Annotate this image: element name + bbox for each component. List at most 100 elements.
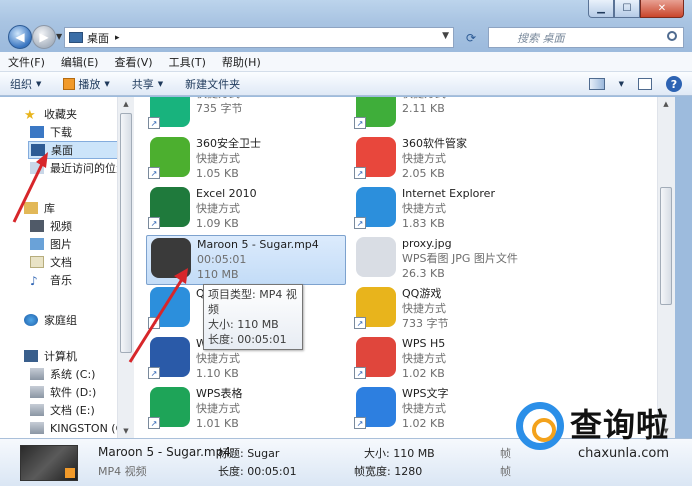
file-type: 00:05:01 (197, 253, 247, 266)
nav-recent-label: 最近访问的位置 (50, 162, 127, 175)
360-softmgr-icon: ↗ (354, 137, 396, 179)
search-box[interactable]: 搜索 桌面 (488, 27, 684, 48)
file-meta: WPS H5 快捷方式 1.02 KB (402, 335, 446, 381)
menu-tools[interactable]: 工具(T) (169, 54, 206, 70)
wps-sheet-icon: ↗ (148, 387, 190, 429)
scroll-down-icon[interactable]: ▼ (118, 424, 134, 438)
app-icon: ↗ (148, 97, 190, 129)
command-bar: 组织 ▼ 播放 ▼ 共享 ▼ 新建文件夹 ▼ ? (0, 72, 692, 96)
breadcrumb-separator[interactable]: ▸ (115, 33, 120, 43)
nav-drive-c[interactable]: 系统 (C:) (30, 365, 95, 383)
nav-pictures[interactable]: 图片 (30, 235, 72, 253)
caption-buttons: ▁ ☐ ✕ (588, 0, 684, 18)
file-item[interactable]: proxy.jpg WPS看图 JPG 图片文件 26.3 KB (352, 235, 552, 285)
address-dropdown-icon[interactable]: ▼ (442, 31, 449, 41)
nav-scroll-thumb[interactable] (120, 113, 132, 353)
nav-music[interactable]: ♪ 音乐 (30, 271, 72, 289)
close-button[interactable]: ✕ (640, 0, 684, 18)
file-item[interactable]: ↗ WPS表格 快捷方式 1.01 KB (146, 385, 346, 435)
content-scroll-thumb[interactable] (660, 187, 672, 305)
file-type: 快捷方式 (402, 152, 446, 165)
file-type: 快捷方式 (196, 402, 240, 415)
share-button[interactable]: 共享 ▼ (132, 76, 163, 92)
nav-downloads[interactable]: 下载 (30, 123, 72, 141)
organize-button[interactable]: 组织 ▼ (10, 76, 41, 92)
scroll-up-icon[interactable]: ▲ (658, 97, 674, 111)
downloads-icon (30, 126, 44, 138)
nav-desktop[interactable]: 桌面 (28, 141, 118, 159)
scroll-up-icon[interactable]: ▲ (118, 97, 134, 111)
nav-computer[interactable]: 计算机 (24, 347, 77, 365)
nav-documents-label: 文档 (50, 256, 72, 269)
new-folder-label: 新建文件夹 (185, 77, 241, 91)
menu-view[interactable]: 查看(V) (114, 54, 152, 70)
nav-scrollbar[interactable]: ▲ ▼ (117, 97, 134, 438)
menu-file[interactable]: 文件(F) (8, 54, 45, 70)
nav-documents[interactable]: 文档 (30, 253, 72, 271)
details-cut-label-1: 帧 (500, 447, 511, 460)
refresh-button[interactable]: ⟳ (460, 27, 482, 48)
nav-libraries-label: 库 (44, 202, 55, 215)
address-bar[interactable]: 桌面 ▸ ▼ (64, 27, 454, 48)
new-folder-button[interactable]: 新建文件夹 (185, 76, 240, 92)
recent-pages-dropdown[interactable]: ▼ (56, 32, 62, 41)
chevron-down-icon: ▼ (104, 79, 110, 88)
change-view-icon[interactable] (588, 78, 605, 90)
maximize-button[interactable]: ☐ (614, 0, 640, 18)
menu-help[interactable]: 帮助(H) (222, 54, 261, 70)
internet-explorer-icon: ↗ (354, 187, 396, 229)
details-cut-label-2: 帧 (500, 465, 511, 478)
search-placeholder: 搜索 桌面 (517, 31, 565, 45)
file-size: 733 字节 (402, 317, 449, 330)
help-icon[interactable]: ? (666, 76, 682, 92)
file-item[interactable]: ↗ Internet Explorer 快捷方式 1.83 KB (352, 185, 552, 235)
minimize-button[interactable]: ▁ (588, 0, 614, 18)
navigation-pane: ★ 收藏夹 下载 桌面 最近访问的位置 库 视频 图片 文档 ♪ 音乐 家庭组 计算… (0, 97, 133, 438)
chevron-down-icon: ▼ (157, 79, 164, 88)
file-size: 1.10 KB (196, 367, 239, 380)
shortcut-arrow-icon: ↗ (148, 367, 160, 379)
address-row: ◀ ▶ ▼ 桌面 ▸ ▼ ⟳ 搜索 桌面 (0, 22, 692, 50)
content-scrollbar[interactable]: ▲ ▼ (657, 97, 675, 438)
nav-drive-d[interactable]: 软件 (D:) (30, 383, 96, 401)
usb-drive-icon (30, 422, 44, 434)
search-icon[interactable] (667, 31, 677, 41)
forward-button[interactable]: ▶ (32, 25, 56, 49)
file-item[interactable]: ↗ 360安全卫士 快捷方式 1.05 KB (146, 135, 346, 185)
back-button[interactable]: ◀ (8, 25, 32, 49)
play-button[interactable]: 播放 ▼ (63, 76, 110, 92)
pictures-library-icon (30, 238, 44, 250)
file-item[interactable]: ↗ Excel 2010 快捷方式 1.09 KB (146, 185, 346, 235)
file-tooltip: 项目类型: MP4 视频 大小: 110 MB 长度: 00:05:01 (203, 284, 303, 350)
nav-drive-e[interactable]: 文档 (E:) (30, 401, 95, 419)
menu-edit[interactable]: 编辑(E) (61, 54, 99, 70)
nav-desktop-label: 桌面 (51, 144, 73, 157)
nav-videos[interactable]: 视频 (30, 217, 72, 235)
file-size: 1.02 KB (402, 417, 445, 430)
breadcrumb-location[interactable]: 桌面 (87, 30, 109, 46)
nav-recent[interactable]: 最近访问的位置 (30, 159, 127, 177)
file-item[interactable]: Maroon 5 - Sugar.mp4 00:05:01 110 MB (146, 235, 346, 285)
shortcut-arrow-icon: ↗ (148, 317, 160, 329)
nav-favorites[interactable]: ★ 收藏夹 (24, 105, 77, 123)
shortcut-arrow-icon: ↗ (148, 417, 160, 429)
view-dropdown-icon[interactable]: ▼ (619, 80, 624, 88)
nav-downloads-label: 下载 (50, 126, 72, 139)
file-item[interactable]: ↗ 360软件管家 快捷方式 2.05 KB (352, 135, 552, 185)
file-name: 360安全卫士 (196, 137, 261, 150)
preview-pane-icon[interactable] (638, 78, 652, 90)
file-name: WPS H5 (402, 337, 446, 350)
file-size: 735 字节 (196, 102, 243, 115)
file-item[interactable]: ↗ QQ游戏 快捷方式 733 字节 (352, 285, 552, 335)
nav-libraries[interactable]: 库 (24, 199, 55, 217)
file-name: QQ游戏 (402, 287, 442, 300)
file-size: 1.05 KB (196, 167, 239, 180)
file-item[interactable]: ↗ WPS H5 快捷方式 1.02 KB (352, 335, 552, 385)
nav-homegroup[interactable]: 家庭组 (24, 311, 77, 329)
file-item[interactable]: ↗ 快捷方式2.11 KB (352, 97, 552, 135)
file-meta: WPS文字 快捷方式 1.02 KB (402, 385, 449, 431)
file-name: proxy.jpg (402, 237, 452, 250)
file-meta: proxy.jpg WPS看图 JPG 图片文件 26.3 KB (402, 235, 518, 281)
details-title: 标题: Sugar (218, 447, 280, 460)
file-item[interactable]: ↗ 快捷方式735 字节 (146, 97, 346, 135)
